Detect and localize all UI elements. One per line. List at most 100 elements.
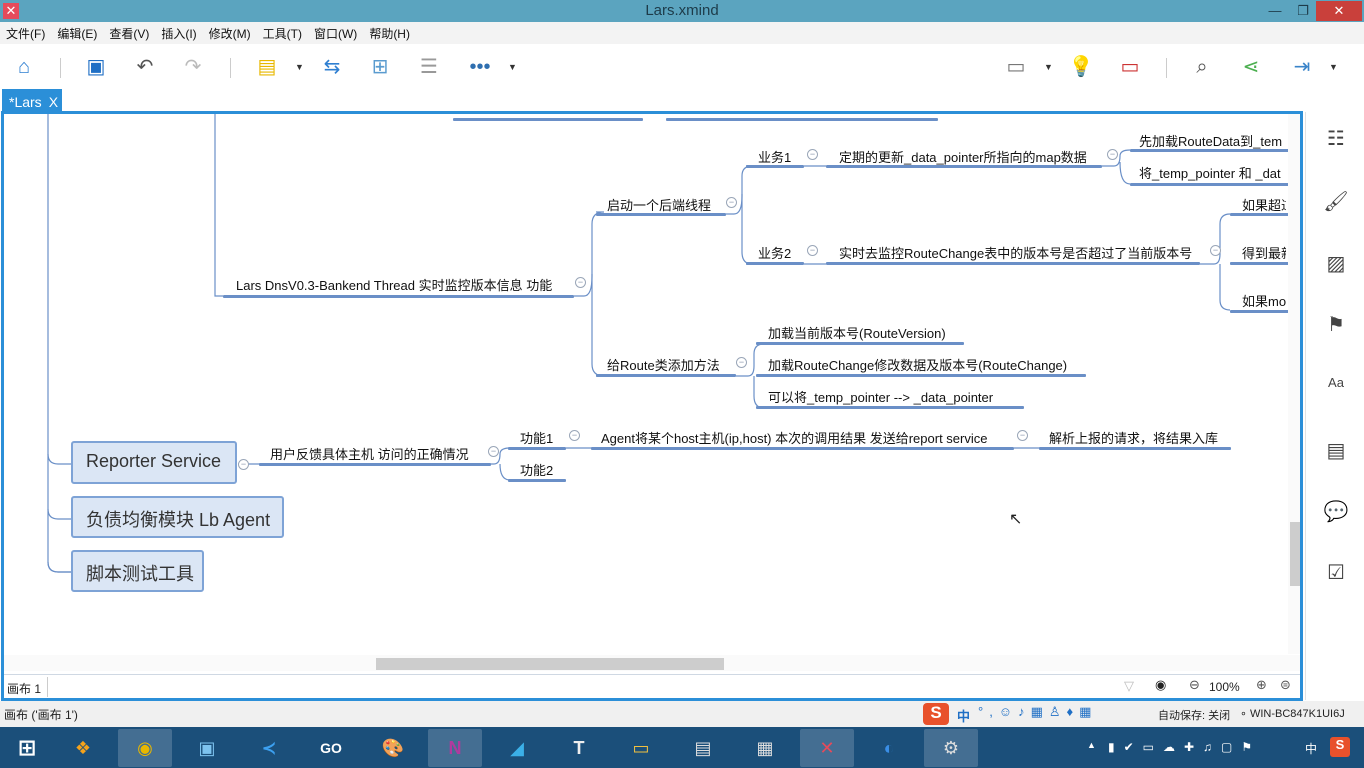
taskbar-app-icon[interactable]: ▦ [738,729,792,767]
search-icon[interactable]: ⌕ [1189,54,1215,80]
topic-reporter-service[interactable]: Reporter Service [71,441,237,484]
minimize-button[interactable]: — [1262,1,1288,21]
comments-icon[interactable]: 💬 [1323,499,1349,525]
topic-reporter-desc[interactable]: 用户反馈具体主机 访问的正确情况 [270,444,469,465]
font-icon[interactable]: Aa [1323,375,1349,401]
topic-route-sub[interactable]: 加载当前版本号(RouteVersion) [768,323,946,344]
collapse-icon[interactable]: − [575,277,586,288]
topic-task2-desc[interactable]: 实时去监控RouteChange表中的版本号是否超过了当前版本号 [839,243,1192,264]
topic-task1-sub[interactable]: 将_temp_pointer 和 _dat [1139,163,1281,184]
mindmap[interactable]: Lars DnsV0.3-Bankend Thread 实时监控版本信息 功能 … [4,114,1300,654]
typora-icon[interactable]: T [552,729,606,767]
save-icon[interactable]: ▣ [83,54,109,80]
close-button[interactable]: ✕ [1316,1,1362,21]
filter-icon[interactable]: ▽ [1124,678,1134,694]
collapse-icon[interactable]: − [238,459,249,470]
tray-expand-icon[interactable]: ▲ [1087,740,1096,750]
taskbar-app-icon[interactable]: ◐ [862,729,916,767]
redo-icon[interactable]: ↷ [180,54,206,80]
summary-icon[interactable]: ☰ [416,54,442,80]
eye-icon[interactable]: ◉ [1155,677,1166,693]
idea-icon[interactable]: 💡 [1068,54,1094,80]
tray-icons[interactable]: ▮✔▭☁✚♫▢⚑ [1108,740,1261,754]
image-icon[interactable]: ▨ [1323,251,1349,277]
zoom-out-icon[interactable]: ⊖ [1189,677,1200,693]
topic-func2[interactable]: 功能2 [520,460,553,481]
menu-file[interactable]: 文件(F) [6,22,52,44]
topic-dropdown-icon[interactable]: ▼ [295,62,304,72]
topic-route-sub[interactable]: 加载RouteChange修改数据及版本号(RouteChange) [768,355,1067,376]
terminal-icon[interactable]: ▤ [676,729,730,767]
restore-button[interactable]: ❐ [1290,1,1316,21]
sogou-ime-icon[interactable]: S [923,703,949,725]
menu-modify[interactable]: 修改(M) [209,22,258,44]
collapse-icon[interactable]: − [807,245,818,256]
collapse-icon[interactable]: − [1210,245,1221,256]
topic-test-tool[interactable]: 脚本测试工具 [71,550,204,592]
horizontal-scrollbar[interactable] [4,655,1300,671]
format-brush-icon[interactable]: 🖌 [1323,189,1349,215]
vertical-scroll-thumb[interactable] [1290,522,1300,586]
outline-icon[interactable]: ☷ [1323,126,1349,152]
collapse-icon[interactable]: − [488,446,499,457]
topic-func1-desc[interactable]: Agent将某个host主机(ip,host) 本次的调用结果 发送给repor… [601,428,987,449]
topic-task2[interactable]: 业务2 [758,243,791,264]
mindmap-canvas[interactable]: Lars DnsV0.3-Bankend Thread 实时监控版本信息 功能 … [1,111,1303,701]
paint-icon[interactable]: 🎨 [366,729,420,767]
collapse-icon[interactable]: − [569,430,580,441]
home-icon[interactable]: ⌂ [11,54,37,80]
presentation-dropdown-icon[interactable]: ▼ [1044,62,1053,72]
chrome-icon[interactable]: ◉ [118,729,172,767]
topic-task2-sub[interactable]: 如果mo [1242,291,1286,312]
wireshark-icon[interactable]: ◢ [490,729,544,767]
marker-flag-icon[interactable]: ⚑ [1323,312,1349,338]
vertical-scrollbar[interactable] [1288,114,1300,654]
topic-func1[interactable]: 功能1 [520,428,553,449]
menu-window[interactable]: 窗口(W) [314,22,364,44]
topic-icon[interactable]: ▤ [254,54,280,80]
undo-icon[interactable]: ↶ [132,54,158,80]
more-icon[interactable]: ••• [467,54,493,80]
topic-route-methods[interactable]: 给Route类添加方法 [607,355,720,376]
taskbar-app-icon[interactable]: ❖ [56,729,110,767]
presentation-icon[interactable]: ▭ [1003,54,1029,80]
remote-desktop-icon[interactable]: ▣ [180,729,234,767]
task-icon[interactable]: ☑ [1323,560,1349,586]
export-icon[interactable]: ⇥ [1289,54,1315,80]
share-icon[interactable]: ⋖ [1238,54,1264,80]
menu-edit[interactable]: 编辑(E) [57,22,104,44]
export-dropdown-icon[interactable]: ▼ [1329,62,1338,72]
relationship-icon[interactable]: ⇆ [319,54,345,80]
sheet-tab[interactable]: 画布 1 [7,680,41,697]
boundary-icon[interactable]: ⊞ [367,54,393,80]
zoom-in-icon[interactable]: ⊕ [1256,677,1267,693]
taskbar-app-icon[interactable]: ⚙ [924,729,978,767]
collapse-icon[interactable]: − [1107,149,1118,160]
notes-icon[interactable]: ▤ [1323,438,1349,464]
topic-func1-sub[interactable]: 解析上报的请求，将结果入库 [1049,428,1218,449]
tab-close-icon[interactable]: X [49,94,58,110]
topic-lb-agent[interactable]: 负债均衡模块 Lb Agent [71,496,284,538]
tray-sogou-icon[interactable]: S [1330,737,1350,757]
collapse-icon[interactable]: − [726,197,737,208]
tray-lang[interactable]: 中 [1305,740,1317,757]
more-dropdown-icon[interactable]: ▼ [508,62,517,72]
menu-insert[interactable]: 插入(I) [161,22,203,44]
vscode-icon[interactable]: ≺ [242,729,296,767]
goland-icon[interactable]: GO [304,729,358,767]
layout-icon[interactable]: ▭ [1117,54,1143,80]
ime-lang[interactable]: 中 [957,706,970,725]
xmind-taskbar-icon[interactable]: ✕ [800,729,854,767]
ime-toolbar-icons[interactable]: °,☺♪▦♙♦▦ [978,704,1097,720]
menu-tools[interactable]: 工具(T) [263,22,309,44]
topic-route-sub[interactable]: 可以将_temp_pointer --> _data_pointer [768,387,993,408]
fit-icon[interactable]: ⊜ [1280,677,1291,693]
tab-lars[interactable]: *Lars X [2,89,62,112]
collapse-icon[interactable]: − [807,149,818,160]
menu-view[interactable]: 查看(V) [109,22,156,44]
collapse-icon[interactable]: − [1017,430,1028,441]
menu-help[interactable]: 帮助(H) [369,22,417,44]
topic-task2-sub[interactable]: 得到最新 [1242,243,1286,264]
topic-main-branch[interactable]: Lars DnsV0.3-Bankend Thread 实时监控版本信息 功能 [236,275,552,296]
start-windows-icon[interactable]: ⊞ [0,729,54,767]
